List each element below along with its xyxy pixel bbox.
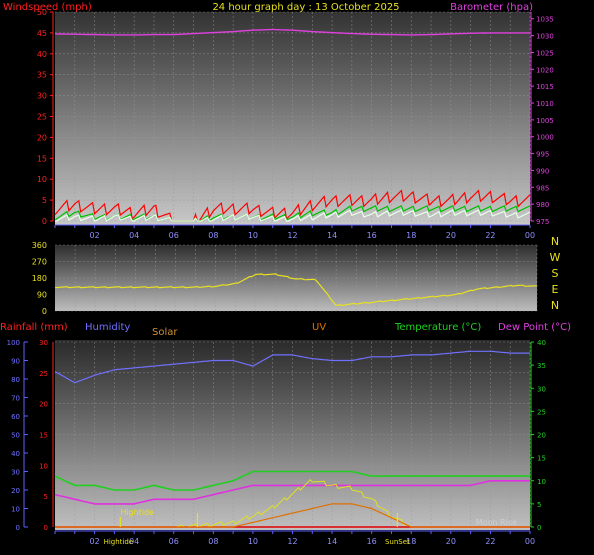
barometer-tick-label: 1000: [536, 134, 554, 142]
temp-tick-label: 5: [537, 501, 541, 509]
hour-tick-label: 10: [248, 537, 258, 546]
compass-label: N: [551, 299, 559, 312]
rain-tick-label: 25: [39, 370, 48, 378]
hour-tick-label: 00: [525, 537, 535, 546]
direction-tick-label: 90: [37, 291, 47, 300]
barometer-tick-label: 995: [536, 151, 549, 159]
barometer-tick-label: 975: [536, 218, 549, 226]
moonrise-label: Moon Rise: [476, 518, 517, 527]
wind-tick-label: 0: [42, 217, 47, 226]
hightide-axis-label: Hightide: [104, 538, 134, 546]
rain-tick-label: 20: [39, 401, 48, 409]
rain-tick-label: 5: [44, 493, 48, 501]
solar-label: Solar: [152, 327, 178, 338]
barometer-tick-label: 1005: [536, 117, 554, 125]
humidity-tick-label: 0: [16, 524, 20, 532]
humidity-tick-label: 100: [7, 339, 20, 347]
compass-label: E: [552, 283, 559, 296]
hour-tick-label: 08: [208, 231, 218, 240]
wind-tick-label: 50: [37, 8, 47, 17]
direction-tick-label: 0: [42, 307, 47, 316]
hour-tick-label: 14: [327, 537, 337, 546]
temp-tick-label: 0: [537, 524, 541, 532]
barometer-tick-label: 985: [536, 184, 549, 192]
temperature-label: Temperature (°C): [394, 322, 481, 333]
wind-tick-label: 40: [37, 50, 47, 59]
wind-tick-label: 30: [37, 92, 47, 101]
temp-tick-label: 40: [537, 339, 546, 347]
hour-tick-label: 16: [367, 231, 377, 240]
humidity-tick-label: 80: [11, 376, 20, 384]
barometer-tick-label: 1035: [536, 16, 554, 24]
temp-tick-label: 35: [537, 362, 546, 370]
wind-tick-label: 45: [37, 29, 47, 38]
barometer-tick-label: 1015: [536, 83, 554, 91]
barometer-tick-label: 980: [536, 201, 549, 209]
humidity-tick-label: 10: [11, 506, 20, 514]
hour-tick-label: 06: [169, 231, 179, 240]
hour-tick-label: 16: [367, 537, 377, 546]
hour-tick-label: 10: [248, 231, 258, 240]
dewpoint-label: Dew Point (°C): [498, 322, 571, 333]
compass-label: W: [550, 251, 561, 264]
wind-tick-label: 35: [37, 71, 47, 80]
barometer-tick-label: 1030: [536, 33, 554, 41]
temp-tick-label: 25: [537, 408, 546, 416]
weather-graph: Windspeed (mph) 24 hour graph day : 13 O…: [0, 2, 571, 546]
humidity-tick-label: 40: [11, 450, 20, 458]
wind-tick-label: 20: [37, 133, 47, 142]
rainfall-label: Rainfall (mm): [0, 322, 68, 333]
direction-tick-label: 270: [32, 258, 47, 267]
hour-tick-label: 12: [287, 231, 297, 240]
temp-tick-label: 10: [537, 478, 546, 486]
hightide-label: Hightide: [120, 508, 154, 517]
hour-tick-label: 02: [89, 537, 99, 546]
direction-tick-label: 360: [32, 241, 47, 250]
humidity-tick-label: 60: [11, 413, 20, 421]
uv-label: UV: [312, 322, 326, 333]
wind-tick-label: 15: [37, 154, 47, 163]
wind-axis-title: Windspeed (mph): [3, 2, 92, 13]
hour-tick-label: 22: [485, 231, 495, 240]
rain-tick-label: 0: [44, 524, 48, 532]
hour-tick-label: 00: [525, 231, 535, 240]
wind-tick-label: 5: [42, 196, 47, 205]
hour-tick-label: 20: [446, 231, 456, 240]
hour-tick-label: 20: [446, 537, 456, 546]
hour-tick-label: 14: [327, 231, 337, 240]
hour-tick-label: 22: [485, 537, 495, 546]
humidity-tick-label: 30: [11, 469, 20, 477]
barometer-tick-label: 1010: [536, 100, 554, 108]
barometer-tick-label: 1025: [536, 49, 554, 57]
barometer-tick-label: 1020: [536, 66, 554, 74]
hour-tick-label: 08: [208, 537, 218, 546]
barometer-axis-title: Barometer (hpa): [450, 2, 533, 13]
humidity-tick-label: 50: [11, 432, 20, 440]
temp-tick-label: 30: [537, 385, 546, 393]
temp-tick-label: 15: [537, 455, 546, 463]
compass-label: N: [551, 235, 559, 248]
temp-tick-label: 20: [537, 432, 546, 440]
humidity-tick-label: 20: [11, 487, 20, 495]
hour-tick-label: 18: [406, 231, 416, 240]
barometer-tick-label: 990: [536, 167, 549, 175]
wind-tick-label: 25: [37, 113, 47, 122]
hour-tick-label: 02: [89, 231, 99, 240]
hour-tick-label: 12: [287, 537, 297, 546]
hour-tick-label: 06: [169, 537, 179, 546]
chart-title: 24 hour graph day : 13 October 2025: [212, 2, 399, 13]
compass-label: S: [552, 267, 559, 280]
humidity-label: Humidity: [85, 322, 130, 333]
rain-tick-label: 30: [39, 339, 48, 347]
rain-tick-label: 10: [39, 462, 48, 470]
rain-tick-label: 15: [39, 432, 48, 440]
direction-tick-label: 180: [32, 274, 47, 283]
hour-tick-label: 04: [129, 231, 139, 240]
humidity-tick-label: 70: [11, 395, 20, 403]
humidity-tick-label: 90: [11, 358, 20, 366]
sunset-label: SunSet: [385, 538, 410, 546]
wind-tick-label: 10: [37, 175, 47, 184]
